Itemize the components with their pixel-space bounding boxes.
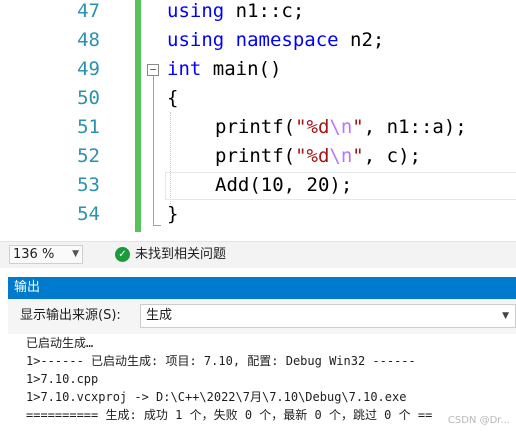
output-source-value: 生成 — [146, 308, 173, 323]
chevron-down-icon: ▼ — [502, 311, 509, 321]
code-text: } — [167, 203, 179, 225]
code-text: Add(10, 20); — [215, 174, 353, 196]
line-number: 51 — [77, 116, 100, 138]
output-line: 1>7.10.vcxproj -> D:\C++\2022\7月\7.10\De… — [26, 390, 407, 404]
line-number: 54 — [77, 203, 100, 225]
output-source-label: 显示输出来源(S): — [20, 308, 121, 323]
watermark: CSDN @Dr... — [447, 415, 510, 426]
code-line[interactable]: 50 { — [0, 84, 516, 113]
line-number: 53 — [77, 174, 100, 196]
output-text-area[interactable]: 已启动生成… 1>------ 已启动生成: 项目: 7.10, 配置: Deb… — [8, 334, 516, 432]
code-text: printf("%d\n", n1::a); — [215, 116, 467, 138]
output-line: ========== 生成: 成功 1 个，失败 0 个，最新 0 个，跳过 0… — [26, 408, 433, 422]
output-line: 1>7.10.cpp — [26, 372, 99, 386]
code-line[interactable]: 48 using namespace n2; — [0, 26, 516, 55]
zoom-dropdown[interactable]: 136 % ▼ — [9, 245, 83, 264]
code-line[interactable]: 49 int main() — [0, 55, 516, 84]
line-number: 49 — [77, 58, 100, 80]
code-line[interactable]: 52 printf("%d\n", c); — [0, 142, 516, 171]
line-number: 52 — [77, 145, 100, 167]
code-text: printf("%d\n", c); — [215, 145, 421, 167]
line-number: 47 — [77, 0, 100, 22]
line-number: 48 — [77, 29, 100, 51]
output-toolbar: 显示输出来源(S): 生成 ▼ — [8, 299, 516, 335]
editor-status-bar: 136 % ▼ ✓ 未找到相关问题 — [0, 241, 516, 268]
output-source-select[interactable]: 生成 ▼ — [140, 304, 516, 328]
code-editor[interactable]: − 47 using n1::c; 48 using namespace n2;… — [0, 0, 516, 236]
line-number: 50 — [77, 87, 100, 109]
code-line[interactable]: 47 using n1::c; — [0, 0, 516, 26]
zoom-level: 136 % — [13, 247, 55, 262]
code-line[interactable]: 54 } — [0, 200, 516, 229]
check-circle-icon[interactable]: ✓ — [115, 247, 130, 262]
output-pane-title: 输出 — [14, 280, 41, 295]
code-text: using n1::c; — [167, 0, 305, 22]
code-text: using namespace n2; — [167, 29, 385, 51]
code-line[interactable]: 51 printf("%d\n", n1::a); — [0, 113, 516, 142]
output-line: 已启动生成… — [26, 336, 94, 350]
code-text: int main() — [167, 58, 282, 80]
code-line[interactable]: 53 Add(10, 20); — [0, 171, 516, 200]
output-pane-header[interactable]: 输出 — [8, 277, 516, 299]
issues-status[interactable]: 未找到相关问题 — [135, 245, 226, 264]
code-text: { — [167, 87, 179, 109]
chevron-down-icon: ▼ — [72, 249, 79, 259]
output-line: 1>------ 已启动生成: 项目: 7.10, 配置: Debug Win3… — [26, 354, 416, 368]
